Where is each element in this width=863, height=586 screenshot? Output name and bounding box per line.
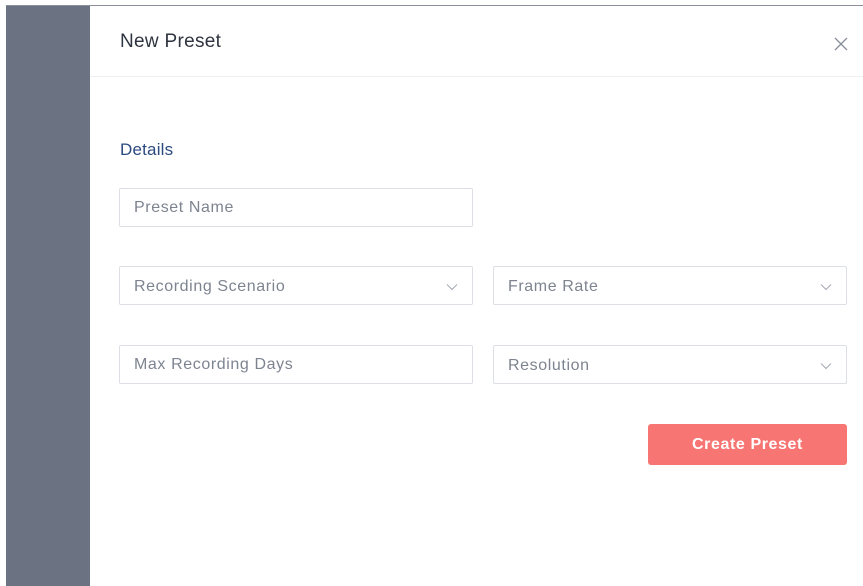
create-preset-button[interactable]: Create Preset <box>648 424 847 465</box>
dialog-title: New Preset <box>120 31 222 52</box>
chevron-down-icon <box>446 280 458 292</box>
chevron-down-icon <box>820 280 832 292</box>
resolution-placeholder: Resolution <box>508 357 590 374</box>
new-preset-dialog: New Preset Details Recording Scenario <box>90 7 863 586</box>
preset-name-field[interactable] <box>119 188 473 227</box>
preset-name-input[interactable] <box>120 189 472 226</box>
frame-rate-placeholder: Frame Rate <box>508 278 599 295</box>
recording-scenario-placeholder: Recording Scenario <box>134 278 286 295</box>
details-section-title: Details <box>120 140 174 159</box>
frame-rate-select[interactable]: Frame Rate <box>493 266 847 305</box>
recording-scenario-select[interactable]: Recording Scenario <box>119 266 473 305</box>
window-top-edge <box>6 0 863 6</box>
modal-backdrop[interactable] <box>6 6 90 586</box>
dialog-header: New Preset <box>90 7 863 77</box>
max-recording-days-field[interactable] <box>119 345 473 384</box>
close-icon[interactable] <box>830 33 852 55</box>
max-recording-days-input[interactable] <box>120 346 472 383</box>
resolution-select[interactable]: Resolution <box>493 345 847 384</box>
chevron-down-icon <box>820 359 832 371</box>
screen: New Preset Details Recording Scenario <box>0 0 863 586</box>
